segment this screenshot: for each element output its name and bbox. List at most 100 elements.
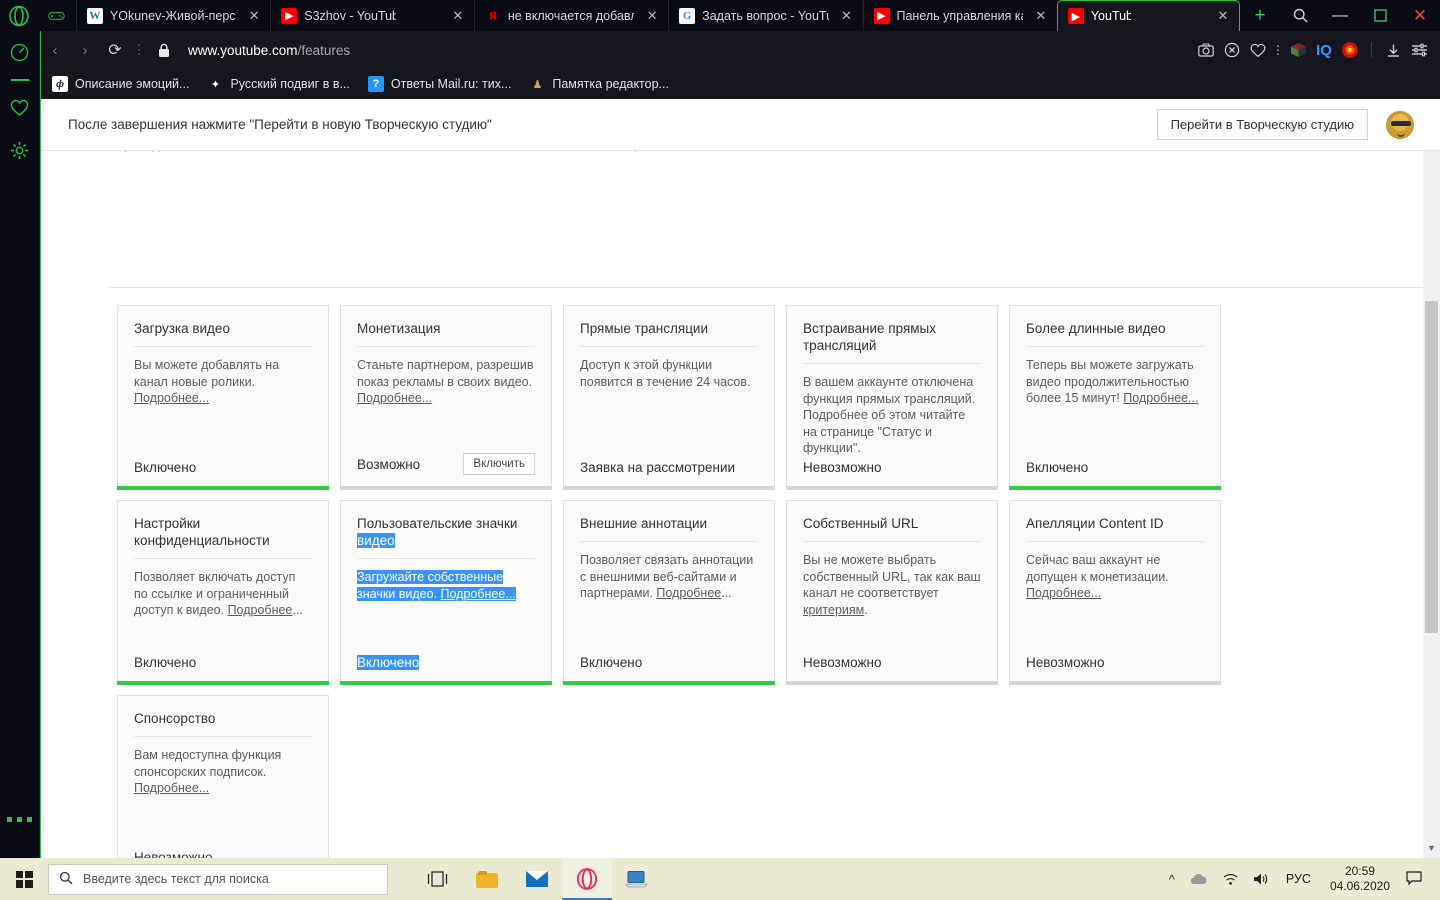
feature-card[interactable]: Пользовательские значки видео Загружайте… <box>340 500 552 685</box>
go-to-creator-studio-button[interactable]: Перейти в Творческую студию <box>1156 109 1368 140</box>
browser-tab[interactable]: ▶ Панель управления кана ✕ <box>862 0 1057 31</box>
tab-title: YOkunev-Живой-персона <box>109 8 236 23</box>
tab-close-icon[interactable]: ✕ <box>242 4 266 28</box>
feature-card[interactable]: Внешние аннотации Позволяет связать анно… <box>563 500 775 685</box>
card-desc-text: Вам недоступна функция спонсорских подпи… <box>134 748 282 779</box>
forward-button[interactable]: › <box>70 35 100 65</box>
maximize-restore-button[interactable] <box>1360 0 1400 31</box>
sliders-menu-icon[interactable] <box>1406 35 1432 65</box>
tab-close-icon[interactable]: ✕ <box>1029 4 1053 28</box>
onedrive-icon[interactable] <box>1182 873 1215 886</box>
browser-tab[interactable]: W YOkunev-Живой-персона ✕ <box>75 0 270 31</box>
learn-more-link[interactable]: Подробнее... <box>134 391 209 405</box>
more-dots-icon[interactable] <box>7 817 32 822</box>
card-title-selected-part: видео <box>357 533 395 548</box>
feature-card[interactable]: Апелляции Content ID Сейчас ваш аккаунт … <box>1009 500 1221 685</box>
download-icon[interactable] <box>1380 35 1406 65</box>
tab-close-icon[interactable]: ✕ <box>1211 4 1235 28</box>
reload-button[interactable]: ⟳ <box>100 35 130 65</box>
gaming-gamepad-icon[interactable] <box>38 0 76 31</box>
scrollbar-thumb[interactable] <box>1425 301 1438 633</box>
minimize-button[interactable]: — <box>1320 0 1360 31</box>
feature-card[interactable]: Собственный URL Вы не можете выбрать соб… <box>786 500 998 685</box>
notification-icon[interactable] <box>1400 870 1432 888</box>
close-window-button[interactable]: ✕ <box>1400 0 1440 31</box>
task-view-icon[interactable] <box>412 858 462 900</box>
remote-desktop-icon[interactable] <box>612 858 662 900</box>
heart-icon[interactable] <box>1245 35 1271 65</box>
status-bar <box>117 486 329 490</box>
ad-blocker-icon[interactable] <box>1219 35 1245 65</box>
language-indicator[interactable]: РУС <box>1277 872 1320 886</box>
learn-more-link[interactable]: Подробнее... <box>1026 586 1101 600</box>
back-button[interactable]: ‹ <box>40 35 70 65</box>
iq-extension-icon[interactable]: IQ <box>1311 35 1337 65</box>
snapshot-camera-icon[interactable] <box>1193 35 1219 65</box>
file-explorer-icon[interactable] <box>462 858 512 900</box>
learn-more-link[interactable]: Подробнее <box>656 586 721 600</box>
learn-more-link[interactable]: Подробнее... <box>357 391 432 405</box>
speed-dial-icon[interactable] <box>0 31 40 73</box>
bookmark-item[interactable]: ✦ Русский подвиг в в... <box>207 76 350 92</box>
chevron-down-icon[interactable]: ▼ <box>1423 840 1440 856</box>
wifi-icon[interactable] <box>1215 872 1246 886</box>
browser-tab[interactable]: ▶ S3zhov - YouTube ✕ <box>270 0 474 31</box>
opera-logo-icon[interactable] <box>0 0 38 31</box>
avatar[interactable] <box>1386 110 1414 139</box>
status-bar <box>563 681 775 685</box>
tab-close-icon[interactable]: ✕ <box>640 4 664 28</box>
browser-tab[interactable]: G Задать вопрос - YouTube ✕ <box>668 0 862 31</box>
status-bar <box>340 681 552 685</box>
gear-icon[interactable] <box>0 129 40 171</box>
url-text[interactable]: www.youtube.com/features <box>188 43 350 58</box>
feature-card[interactable]: Настройки конфиденциальности Позволяет в… <box>117 500 329 685</box>
speaker-icon[interactable] <box>1246 872 1277 886</box>
heart-icon[interactable] <box>0 87 40 129</box>
learn-more-link[interactable]: Подробнее... <box>440 586 516 601</box>
mail-icon[interactable] <box>512 858 562 900</box>
wordpress-icon: W <box>86 7 103 24</box>
card-title: Встраивание прямых трансляций <box>803 320 981 364</box>
extensions-dots-icon[interactable]: ⋮ <box>1271 35 1285 65</box>
tab-close-icon[interactable]: ✕ <box>835 4 859 28</box>
learn-more-link[interactable]: Подробнее... <box>1123 391 1198 405</box>
status-badge: Включено <box>1026 460 1089 475</box>
criteria-link[interactable]: критериям <box>803 603 864 617</box>
feature-card[interactable]: Более длинные видео Теперь вы можете заг… <box>1009 305 1221 490</box>
status-badge: Невозможно <box>803 655 882 670</box>
feature-card[interactable]: Загрузка видео Вы можете добавлять на ка… <box>117 305 329 490</box>
target-icon[interactable] <box>1337 35 1363 65</box>
cube-icon[interactable] <box>1285 35 1311 65</box>
enable-button[interactable]: Включить <box>463 453 535 475</box>
bookmark-item[interactable]: ф Описание эмоций... <box>52 76 189 92</box>
opera-taskbar-icon[interactable] <box>562 858 612 900</box>
section-divider <box>109 287 1427 288</box>
page-scrollbar[interactable]: ▼ <box>1423 151 1440 858</box>
tab-close-icon[interactable]: ✕ <box>446 4 470 28</box>
lock-icon[interactable] <box>148 43 180 58</box>
tray-chevron-icon[interactable]: ^ <box>1162 872 1182 887</box>
card-title: Спонсорство <box>134 710 312 737</box>
clock[interactable]: 20:59 04.06.2020 <box>1320 864 1400 894</box>
browser-tab-active[interactable]: ▶ YouTube ✕ <box>1056 0 1240 31</box>
page-menu-dots-icon[interactable]: ⋮ <box>130 43 148 56</box>
status-bar <box>786 681 998 685</box>
new-tab-button[interactable]: + <box>1240 0 1280 31</box>
learn-more-link[interactable]: Подробнее... <box>134 781 209 795</box>
feature-card[interactable]: Монетизация Станьте партнером, разрешив … <box>340 305 552 490</box>
bookmark-item[interactable]: ? Ответы Mail.ru: тих... <box>367 76 511 92</box>
bookmark-item[interactable]: ♟ Памятка редактор... <box>529 76 669 92</box>
feature-card[interactable]: Спонсорство Вам недоступна функция спонс… <box>117 695 329 858</box>
card-desc-text: Сейчас ваш аккаунт не допущен к монетиза… <box>1026 553 1169 584</box>
search-input[interactable]: Введите здесь текст для поиска <box>48 863 388 895</box>
windows-start-icon[interactable] <box>0 858 48 900</box>
tab-search-icon[interactable] <box>1280 0 1320 31</box>
banner-message: После завершения нажмите "Перейти в нову… <box>68 117 492 132</box>
learn-more-link[interactable]: Подробнее <box>228 603 293 617</box>
browser-tab[interactable]: Я не включается добавлен ✕ <box>473 0 668 31</box>
clock-date: 04.06.2020 <box>1329 879 1390 893</box>
feature-card[interactable]: Прямые трансляции Доступ к этой функции … <box>563 305 775 490</box>
feature-card[interactable]: Встраивание прямых трансляций В вашем ак… <box>786 305 998 490</box>
bookmark-label: Описание эмоций... <box>75 77 190 91</box>
card-title: Более длинные видео <box>1026 320 1204 347</box>
